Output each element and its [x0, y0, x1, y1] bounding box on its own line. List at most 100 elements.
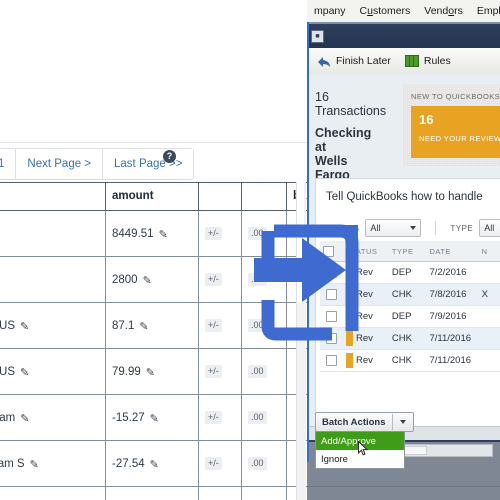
cell-description[interactable]: O: Paypalsd11✎ [0, 210, 106, 257]
cell-plusminus[interactable]: +/- [198, 302, 242, 349]
cell-description[interactable]: 07/30 Amzn Mktp US ✎ [0, 302, 106, 349]
edit-amount-icon[interactable]: ✎ [150, 412, 159, 425]
table-row[interactable]: Rev DEP 7/9/2016 [320, 305, 500, 328]
cell-cents[interactable]: .00 [241, 210, 287, 257]
cell-plusminus[interactable]: +/- [198, 256, 242, 303]
edit-amount-icon[interactable]: ✎ [146, 366, 155, 379]
plusminus-chip[interactable]: +/- [205, 457, 222, 470]
row-checkbox[interactable] [325, 310, 337, 322]
rules-button[interactable]: Rules [404, 55, 451, 67]
cell-description[interactable]: Tisfris Bv Amsterdam ✎ [0, 394, 106, 441]
table-row: 07/30 Amzn Mktp US✎79.99✎ +/- .00 ✎ [0, 348, 310, 395]
cell-description[interactable]: 07/30 Amzn Mktp US ✎ [0, 348, 106, 395]
cell-amount[interactable]: 2800 ✎ [105, 256, 199, 303]
cents-chip[interactable]: .00 [248, 411, 267, 424]
cell-amount[interactable]: 87.1 ✎ [105, 302, 199, 349]
cents-chip[interactable]: .00 [248, 365, 267, 378]
help-circle-icon[interactable]: ? [163, 150, 176, 163]
window-restore-button[interactable]: ■ [311, 30, 324, 43]
cell-description[interactable]: Prime Video*Mh4Li3T✎ [0, 486, 106, 500]
cell-amount[interactable]: -15.27 ✎ [105, 394, 199, 441]
pagination-last-page-button[interactable]: Last Page >> [103, 149, 194, 179]
edit-description-icon[interactable]: ✎ [30, 458, 39, 471]
cell-cents[interactable]: .00 [241, 348, 287, 395]
left-browser-app: 1 Next Page > Last Page >> ? amount bala… [0, 0, 310, 500]
transaction-count-label: Transactions [315, 104, 387, 118]
header-type[interactable]: TYPE [388, 241, 427, 262]
row-select-cell[interactable] [320, 261, 343, 284]
pagination-page-number[interactable]: 1 [0, 149, 17, 179]
edit-amount-icon[interactable]: ✎ [150, 458, 159, 471]
edit-description-icon[interactable]: ✎ [20, 412, 29, 425]
plusminus-chip[interactable]: +/- [205, 365, 222, 378]
header-status[interactable]: STATUS [342, 241, 389, 262]
table-row[interactable]: Rev CHK 7/8/2016 X [320, 283, 500, 306]
pagination-next-page-button[interactable]: Next Page > [16, 149, 104, 179]
cell-plusminus[interactable]: +/- [198, 440, 242, 487]
edit-amount-icon[interactable]: ✎ [159, 228, 168, 241]
table-row[interactable]: Rev CHK 7/11/2016 [320, 349, 500, 372]
cell-type: CHK [388, 327, 427, 350]
status-indicator-bar [345, 331, 353, 346]
cell-plusminus[interactable]: +/- [198, 210, 242, 257]
menu-item-1[interactable]: Customers [353, 5, 418, 17]
cell-amount[interactable]: 79.99 ✎ [105, 348, 199, 395]
edit-description-icon[interactable]: ✎ [20, 320, 29, 333]
header-name[interactable]: N [478, 241, 500, 262]
cents-chip[interactable]: .00 [248, 227, 267, 240]
plusminus-chip[interactable]: +/- [205, 227, 222, 240]
row-checkbox[interactable] [325, 354, 337, 366]
status-filter-select[interactable]: All [365, 219, 422, 237]
left-app-scrollbar-thumb[interactable] [297, 182, 304, 302]
row-checkbox[interactable] [325, 332, 337, 344]
cell-amount[interactable]: 8449.51 ✎ [105, 210, 199, 257]
edit-amount-icon[interactable]: ✎ [139, 320, 148, 333]
table-row[interactable]: Rev DEP 7/2/2016 [320, 261, 500, 284]
cell-plusminus[interactable]: +/- [198, 348, 242, 395]
cell-amount[interactable]: -27.54 ✎ [105, 440, 199, 487]
batch-actions-button[interactable]: Batch Actions [315, 412, 414, 432]
row-select-cell[interactable] [320, 305, 343, 328]
type-filter-select[interactable]: All [479, 219, 500, 237]
cents-chip[interactable]: .00 [248, 319, 267, 332]
bank-transactions-table: STATUS TYPE DATE N Rev DEP 7/2/2016 Rev CHK 7… [320, 241, 500, 372]
header-date[interactable]: DATE [426, 241, 479, 262]
cell-date: 7/11/2016 [426, 349, 479, 372]
header-plusminus [198, 182, 242, 211]
cell-cents[interactable]: .00 [241, 394, 287, 441]
need-review-tile[interactable]: 16 NEED YOUR REVIEW [411, 106, 500, 158]
row-checkbox[interactable] [325, 266, 337, 278]
cell-cents[interactable]: .00 [241, 302, 287, 349]
cell-description[interactable]: Hmshost Amsterdam S ✎ [0, 440, 106, 487]
cell-amount[interactable]: -14.99✎ [105, 486, 199, 500]
quickbooks-content-area: 16 Transactions Checking at Wells Fargo … [309, 74, 500, 426]
finish-later-button[interactable]: Finish Later [317, 55, 391, 67]
cell-cents[interactable]: .00 [241, 440, 287, 487]
cell-description[interactable]: O: Paypalsd11✎ [0, 256, 106, 303]
filter-divider [435, 221, 437, 235]
row-checkbox[interactable] [325, 288, 337, 300]
cents-chip[interactable]: .00 [248, 457, 267, 470]
plusminus-chip[interactable]: +/- [205, 411, 222, 424]
cell-cents[interactable]: .00 [241, 486, 287, 500]
row-select-cell[interactable] [320, 283, 343, 306]
amount-text: -15.27 [112, 412, 145, 424]
cell-cents[interactable]: .00 [241, 256, 287, 303]
plusminus-chip[interactable]: +/- [205, 273, 222, 286]
row-select-cell[interactable] [320, 349, 343, 372]
menu-item-3[interactable]: Employees [470, 5, 500, 17]
plusminus-chip[interactable]: +/- [205, 319, 222, 332]
quickbooks-title-bar[interactable] [309, 22, 500, 50]
select-all-header[interactable] [320, 241, 343, 262]
menu-item-2[interactable]: Vendors [417, 5, 470, 17]
cell-plusminus[interactable]: +/- [198, 486, 242, 500]
edit-description-icon[interactable]: ✎ [20, 366, 29, 379]
cell-plusminus[interactable]: +/- [198, 394, 242, 441]
account-name-line1: Checking at [315, 126, 372, 154]
cents-chip[interactable]: .00 [248, 273, 267, 286]
edit-amount-icon[interactable]: ✎ [143, 274, 152, 287]
select-all-checkbox[interactable] [323, 245, 334, 257]
row-select-cell[interactable] [320, 327, 343, 350]
menu-item-0[interactable]: mpany [307, 5, 353, 17]
table-row[interactable]: Rev CHK 7/11/2016 [320, 327, 500, 350]
